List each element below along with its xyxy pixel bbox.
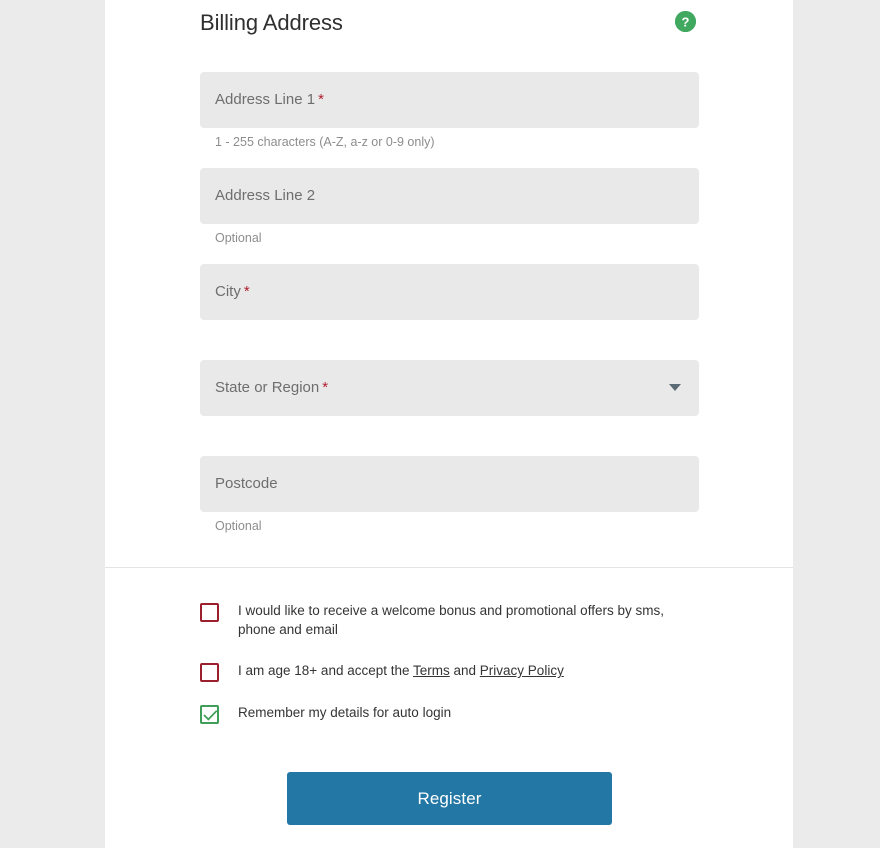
address-line-2-hint: Optional xyxy=(215,231,262,245)
consent-row-marketing-opt-in[interactable]: I would like to receive a welcome bonus … xyxy=(200,602,700,639)
field-group-postcode: Postcode Optional xyxy=(200,456,699,533)
postcode-input[interactable]: Postcode xyxy=(200,456,699,512)
city-required-star: * xyxy=(243,283,250,300)
city-input[interactable]: City * xyxy=(200,264,699,320)
address-line-1-input[interactable]: Address Line 1 * xyxy=(200,72,699,128)
field-group-state-or-region: State or Region * xyxy=(200,360,699,416)
field-group-city: City * xyxy=(200,264,699,320)
state-or-region-select[interactable]: State or Region * xyxy=(200,360,699,416)
address-line-1-label-text: Address Line 1 xyxy=(215,91,316,108)
registration-page: Billing Address ? Address Line 1 * 1 - 25… xyxy=(0,0,880,848)
city-label: City * xyxy=(215,282,250,302)
help-question-circle-icon[interactable]: ? xyxy=(675,11,696,32)
state-or-region-label: State or Region * xyxy=(215,378,328,398)
register-button[interactable]: Register xyxy=(287,772,612,825)
checkbox-terms-accept[interactable] xyxy=(200,663,219,682)
consent-label-marketing-opt-in: I would like to receive a welcome bonus … xyxy=(238,603,664,637)
section-header: Billing Address ? xyxy=(200,8,700,42)
address-line-1-label: Address Line 1 * xyxy=(215,90,324,110)
postcode-label-text: Postcode xyxy=(215,475,278,492)
consent-label-terms-accept: I am age 18+ and accept the Terms and Pr… xyxy=(238,662,564,681)
terms-text-middle: and xyxy=(449,663,480,678)
state-or-region-label-text: State or Region xyxy=(215,379,320,396)
city-label-text: City xyxy=(215,283,241,300)
page-title: Billing Address xyxy=(200,10,343,35)
checkbox-remember-details[interactable] xyxy=(200,705,219,724)
field-group-address-line-1: Address Line 1 * 1 - 255 characters (A-Z,… xyxy=(200,72,699,149)
address-line-1-hint: 1 - 255 characters (A-Z, a-z or 0-9 only… xyxy=(215,135,435,149)
field-group-address-line-2: Address Line 2 Optional xyxy=(200,168,699,245)
privacy-policy-link[interactable]: Privacy Policy xyxy=(480,663,564,678)
billing-address-section: Billing Address ? Address Line 1 * 1 - 25… xyxy=(105,0,793,567)
consent-row-remember-details[interactable]: Remember my details for auto login xyxy=(200,704,700,724)
postcode-label: Postcode xyxy=(215,474,281,494)
consent-section: I would like to receive a welcome bonus … xyxy=(105,568,793,848)
registration-card: Billing Address ? Address Line 1 * 1 - 25… xyxy=(105,0,793,848)
chevron-down-icon xyxy=(669,384,681,391)
address-line-2-label: Address Line 2 xyxy=(215,186,318,206)
terms-link[interactable]: Terms xyxy=(413,663,450,678)
consent-label-remember-details: Remember my details for auto login xyxy=(238,705,452,720)
address-line-2-input[interactable]: Address Line 2 xyxy=(200,168,699,224)
state-or-region-required-star: * xyxy=(322,379,329,396)
consent-row-terms-accept[interactable]: I am age 18+ and accept the Terms and Pr… xyxy=(200,662,700,682)
address-line-1-required-star: * xyxy=(318,91,324,108)
svg-text:?: ? xyxy=(682,14,690,29)
address-line-2-label-text: Address Line 2 xyxy=(215,187,316,204)
checkbox-marketing-opt-in[interactable] xyxy=(200,603,219,622)
postcode-hint: Optional xyxy=(215,519,262,533)
terms-text-before: I am age 18+ and accept the xyxy=(238,663,414,678)
